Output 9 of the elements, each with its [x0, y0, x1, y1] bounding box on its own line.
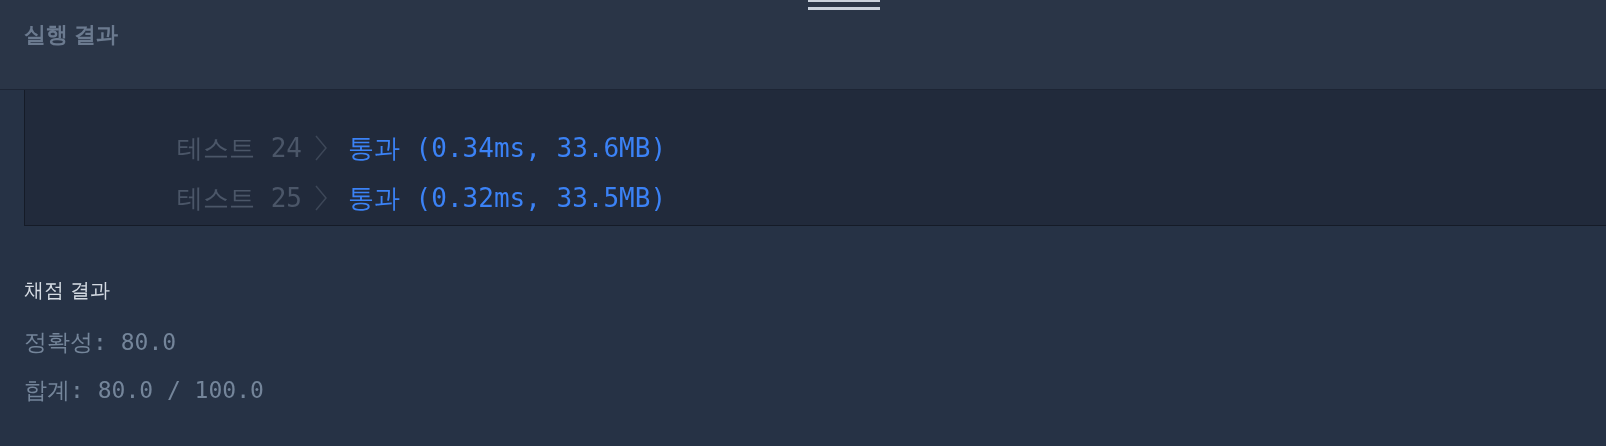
chevron-icon — [313, 135, 328, 161]
section-title: 채점 결과 — [24, 278, 111, 303]
test-result: 통과 (0.34ms, 33.6MB) — [347, 131, 667, 165]
score-line: 정확성: 80.0 — [24, 328, 178, 357]
panel-title: 실행 결과 — [24, 21, 120, 49]
chevron-icon — [313, 185, 328, 211]
drag-handle-icon[interactable] — [808, 0, 880, 10]
test-result: 통과 (0.32ms, 33.5MB) — [347, 181, 667, 215]
score-line: 합계: 80.0 / 100.0 — [24, 376, 265, 405]
